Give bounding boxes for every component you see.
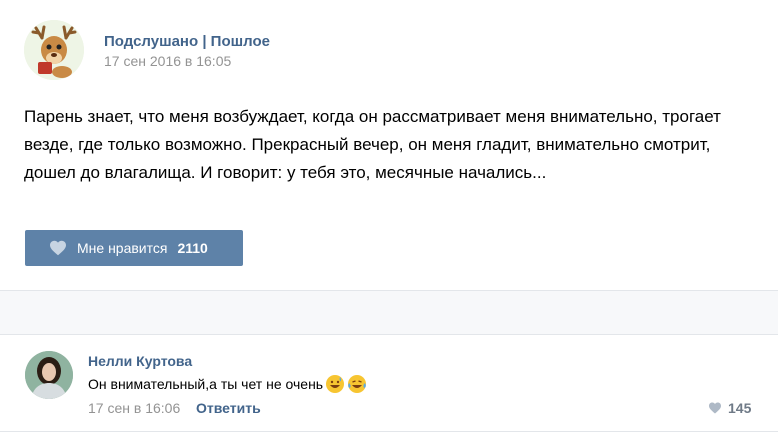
post-header: Подслушано | Пошлое 17 сен 2016 в 16:05 — [24, 20, 724, 80]
deer-cartoon-avatar-icon — [24, 20, 84, 80]
user-photo-avatar-icon — [25, 351, 73, 399]
post-text: Парень знает, что меня возбуждает, когда… — [24, 107, 721, 182]
post-date[interactable]: 17 сен 2016 в 16:05 — [104, 53, 231, 69]
group-name-link[interactable]: Подслушано | Пошлое — [104, 33, 270, 50]
comment-author-link[interactable]: Нелли Куртова — [88, 353, 192, 369]
comment-text-content: Он внимательный,а ты чет не очень — [88, 376, 324, 392]
grinning-sweat-emoji-icon — [326, 375, 345, 393]
reply-button[interactable]: Ответить — [196, 400, 261, 416]
divider — [0, 334, 778, 335]
group-avatar[interactable] — [24, 20, 84, 80]
comment-like-count: 145 — [728, 400, 752, 416]
comment-avatar[interactable] — [25, 351, 73, 399]
heart-icon — [709, 402, 721, 414]
comment-date[interactable]: 17 сен в 16:06 — [88, 400, 180, 416]
comment-text: Он внимательный,а ты чет не очень — [88, 374, 367, 394]
comment-like-button[interactable]: 145 — [708, 400, 751, 416]
heart-icon — [50, 240, 66, 256]
like-button[interactable]: Мне нравится 2110 — [25, 230, 243, 266]
crying-laughing-emoji-icon — [348, 375, 367, 393]
like-label: Мне нравится — [77, 240, 168, 256]
like-count: 2110 — [177, 240, 208, 256]
comments-separator — [0, 291, 778, 334]
